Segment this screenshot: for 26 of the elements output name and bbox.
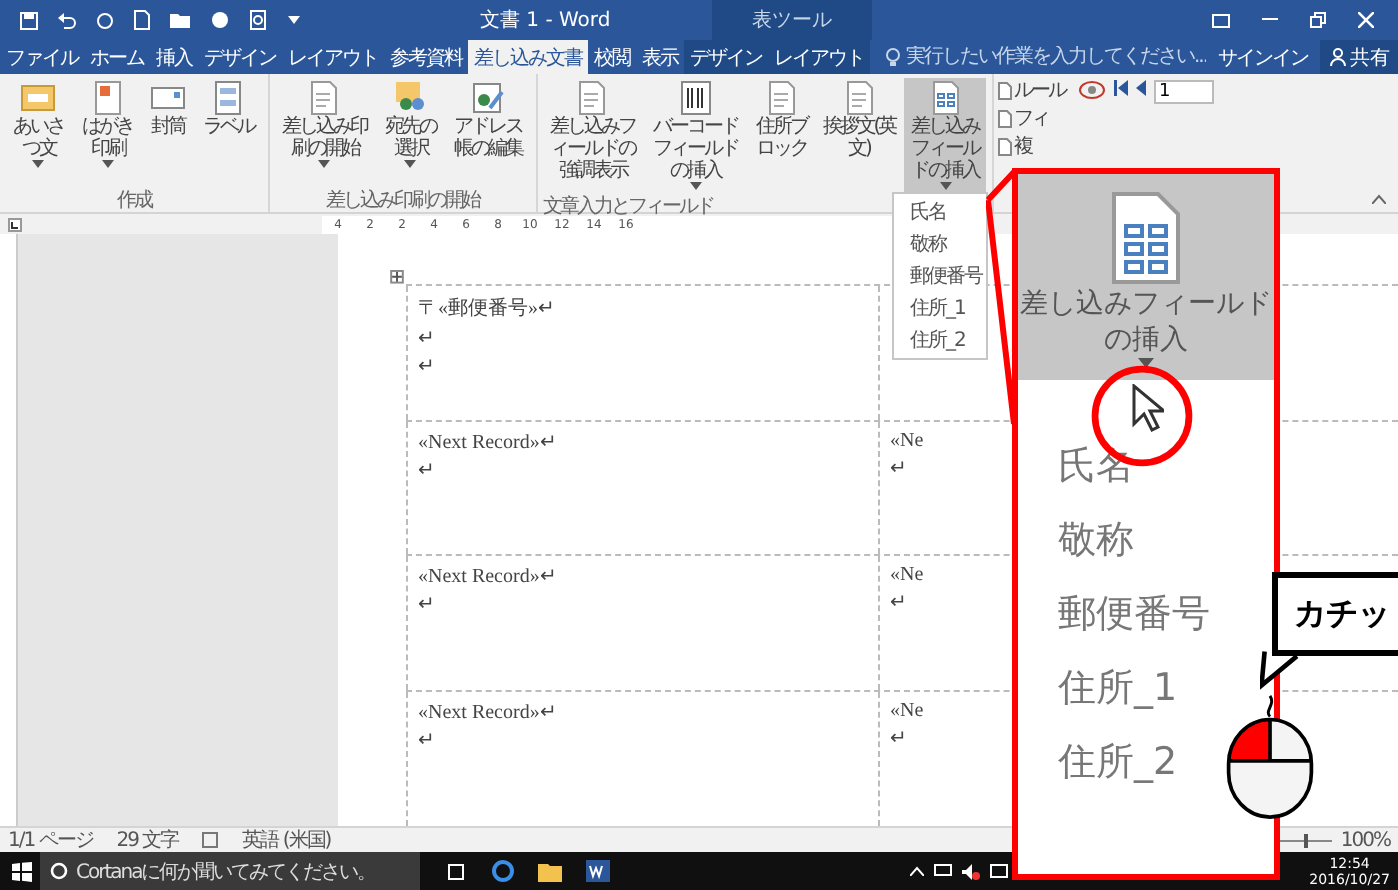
paragraph: «Ne — [890, 700, 924, 723]
paragraph: 〒«郵便番号»↵ — [418, 295, 554, 322]
group-label: 文章入力とフィールド — [543, 193, 713, 218]
paragraph: «Next Record»↵ — [418, 700, 556, 725]
group-label: 差し込み印刷の開始 — [323, 187, 482, 212]
paragraph: ↵ — [418, 353, 434, 378]
paragraph: ↵ — [418, 592, 434, 617]
menu-item-enlarged: 住所_1 — [1058, 664, 1178, 714]
paragraph: «Next Record»↵ — [418, 429, 556, 454]
speech-bubble: カチッ — [1272, 572, 1398, 656]
paragraph: ↵ — [418, 728, 434, 753]
paragraph: ↵ — [418, 325, 434, 350]
context-tab-header: 表ツール — [712, 0, 872, 40]
group-label: 作成 — [114, 187, 154, 212]
window-title: 文書 1 - Word — [480, 7, 613, 34]
paragraph: ↵ — [890, 726, 906, 751]
paragraph: «Ne — [890, 429, 924, 452]
menu-item-enlarged: 住所_2 — [1058, 738, 1178, 788]
paragraph: «Next Record»↵ — [418, 564, 556, 589]
menu-item-enlarged: 郵便番号 — [1058, 590, 1210, 640]
paragraph: «Ne — [890, 564, 924, 587]
paragraph: ↵ — [890, 590, 906, 615]
paragraph: ↵ — [890, 455, 906, 480]
paragraph: ↵ — [418, 457, 434, 482]
insert-field-button-enlarged: 差し込みフィールドの挿入 — [1018, 174, 1274, 380]
menu-item-enlarged: 敬称 — [1058, 516, 1134, 566]
